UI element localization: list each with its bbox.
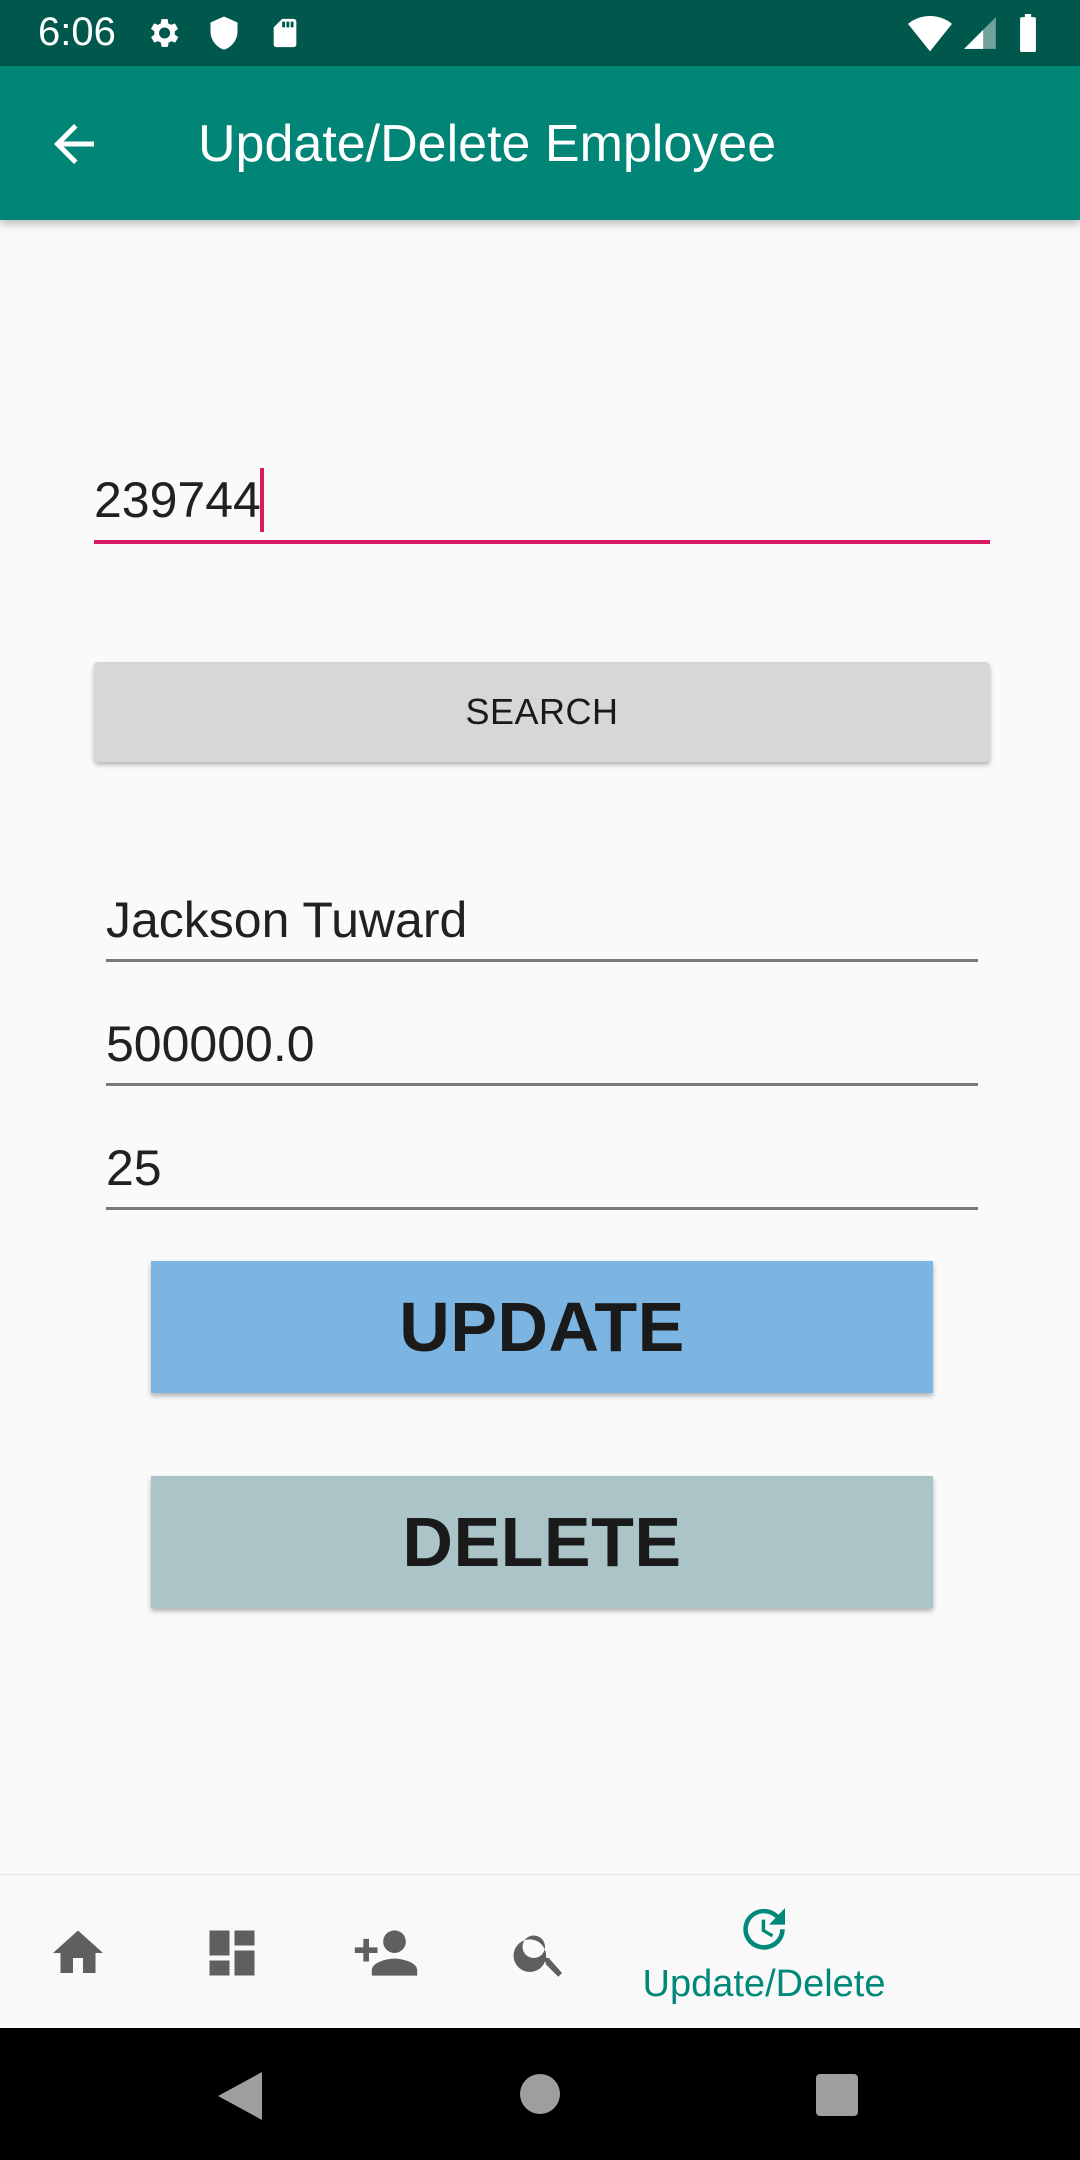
name-input[interactable]: [106, 882, 978, 958]
shield-icon: [210, 16, 238, 50]
status-bar: 6:06: [0, 0, 1080, 66]
age-input[interactable]: [106, 1130, 978, 1206]
nav-item-dashboard[interactable]: [154, 1875, 308, 2029]
update-button[interactable]: UPDATE: [151, 1261, 933, 1393]
settings-icon: [150, 19, 179, 47]
nav-label-update-delete: Update/Delete: [642, 1963, 886, 2005]
home-icon: [53, 1930, 103, 1973]
dashboard-icon: [209, 1930, 255, 1976]
nav-item-update-delete[interactable]: Update/Delete: [616, 1875, 912, 2029]
system-navigation-bar: [0, 2028, 1080, 2160]
nav-item-add-employee[interactable]: [308, 1875, 462, 2029]
home-circle-icon[interactable]: [520, 2074, 560, 2114]
employee-id-field[interactable]: [94, 460, 990, 544]
arrow-back-icon[interactable]: [44, 114, 104, 174]
recents-square-icon[interactable]: [816, 2074, 858, 2116]
salary-field[interactable]: [106, 1006, 978, 1086]
text-cursor: [260, 468, 264, 532]
salary-input[interactable]: [106, 1006, 978, 1082]
sd-card-icon: [273, 18, 297, 48]
search-button[interactable]: SEARCH: [94, 662, 990, 762]
delete-button[interactable]: DELETE: [151, 1476, 933, 1608]
status-time: 6:06: [38, 10, 116, 54]
name-field[interactable]: [106, 882, 978, 962]
bottom-navigation: Update/Delete: [0, 1874, 1080, 2029]
back-triangle-icon[interactable]: [218, 2072, 262, 2120]
battery-icon: [1020, 14, 1036, 52]
wifi-icon: [908, 16, 952, 52]
search-icon: [513, 1935, 562, 1977]
person-add-icon: [354, 1930, 418, 1976]
nav-item-search[interactable]: [462, 1875, 616, 2029]
screen: 6:06 Update/Delete Employee S: [0, 0, 1080, 2160]
page-title: Update/Delete Employee: [198, 115, 777, 173]
signal-icon: [964, 17, 996, 49]
app-bar: Update/Delete Employee: [0, 66, 1080, 220]
age-field[interactable]: [106, 1130, 978, 1210]
update-icon: [743, 1908, 785, 1950]
nav-item-home[interactable]: [0, 1875, 154, 2029]
employee-id-input[interactable]: [94, 460, 990, 540]
